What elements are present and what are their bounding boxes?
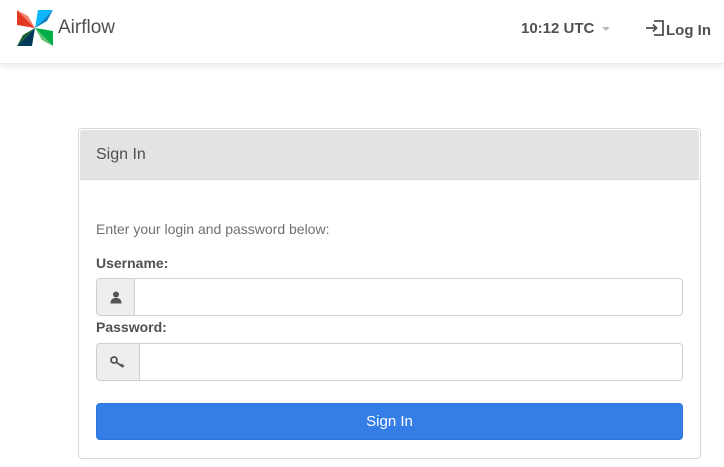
login-link-label: Log In bbox=[666, 21, 711, 39]
panel-heading: Sign In bbox=[80, 130, 699, 180]
clock-dropdown[interactable]: 10:12 UTC bbox=[521, 20, 611, 37]
login-instructions: Enter your login and password below: bbox=[96, 221, 330, 237]
clock-time: 10:12 UTC bbox=[521, 20, 595, 37]
sign-in-panel: Sign In Enter your login and password be… bbox=[78, 128, 701, 459]
password-input-group bbox=[96, 343, 683, 381]
login-link[interactable]: Log In bbox=[645, 19, 711, 41]
sign-in-button[interactable]: Sign In bbox=[96, 403, 683, 440]
password-label: Password: bbox=[96, 319, 167, 335]
user-icon bbox=[97, 279, 135, 315]
password-input[interactable] bbox=[140, 344, 682, 380]
brand-name: Airflow bbox=[58, 17, 116, 38]
username-input[interactable] bbox=[135, 279, 682, 315]
airflow-pinwheel-icon bbox=[14, 7, 56, 49]
username-input-group bbox=[96, 278, 683, 316]
chevron-down-icon bbox=[602, 26, 611, 31]
username-label: Username: bbox=[96, 255, 169, 271]
top-navbar: Airflow 10:12 UTC Log In bbox=[0, 0, 724, 64]
brand-home-link[interactable]: Airflow bbox=[14, 6, 115, 50]
sign-in-icon bbox=[645, 19, 666, 41]
key-icon bbox=[97, 344, 140, 380]
